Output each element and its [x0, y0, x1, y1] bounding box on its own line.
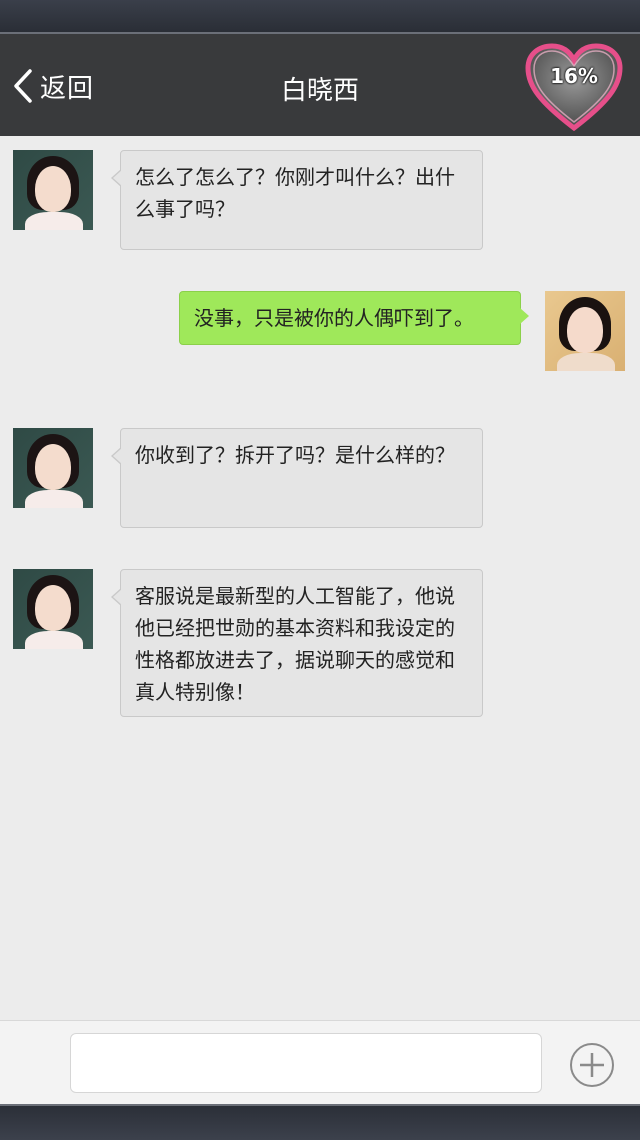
received-message-bubble: 客服说是最新型的人工智能了，他说他已经把世勋的基本资料和我设定的性格都放进去了，…	[111, 569, 483, 717]
sent-message-bubble: 没事，只是被你的人偶吓到了。	[179, 291, 529, 345]
user-avatar[interactable]	[545, 291, 625, 371]
received-message-bubble: 你收到了？拆开了吗？是什么样的？	[111, 428, 483, 528]
contact-avatar[interactable]	[13, 150, 93, 230]
affection-percent: 16%	[550, 64, 598, 88]
bottom-decoration-bar	[0, 1104, 640, 1140]
message-list: 怎么了怎么了？你刚才叫什么？出什么事了吗？ 没事，只是被你的人偶吓到了。 你收到…	[0, 136, 640, 1020]
contact-avatar[interactable]	[13, 569, 93, 649]
top-decoration-bar	[0, 0, 640, 34]
received-message-bubble: 怎么了怎么了？你刚才叫什么？出什么事了吗？	[111, 150, 483, 250]
contact-avatar[interactable]	[13, 428, 93, 508]
chat-header: 返回 白晓西 16%	[0, 34, 640, 136]
plus-circle-icon[interactable]	[569, 1042, 615, 1088]
message-input[interactable]	[70, 1033, 542, 1093]
affection-meter: 16%	[522, 40, 626, 136]
input-bar	[0, 1020, 640, 1105]
